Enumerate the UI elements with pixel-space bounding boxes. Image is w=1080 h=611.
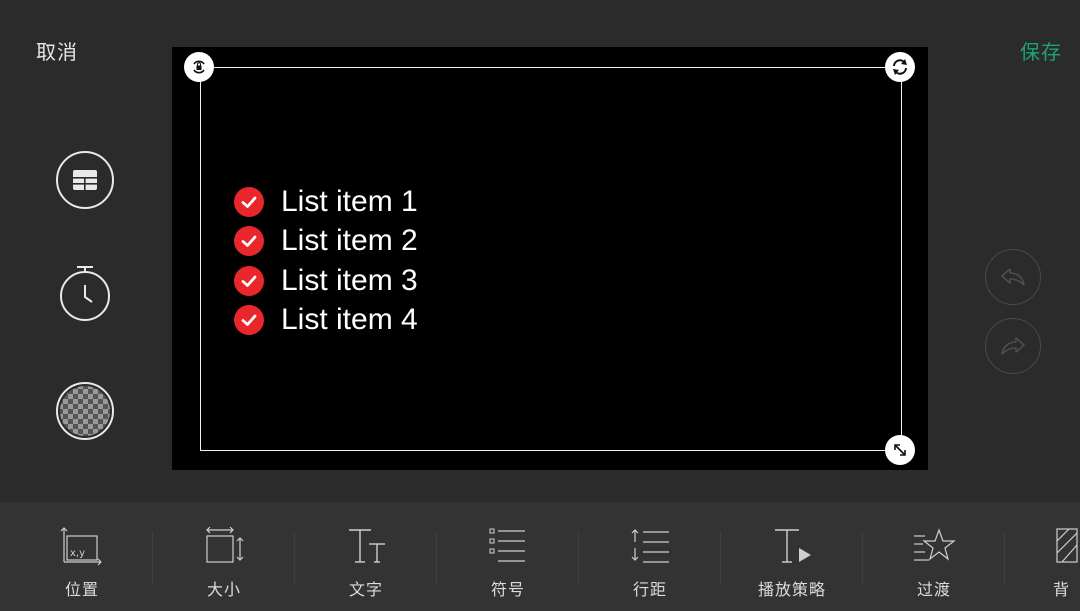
- tool-label: 文字: [348, 580, 383, 599]
- text-icon: [349, 529, 385, 563]
- checkmark-icon: [234, 186, 264, 217]
- play-strategy-icon: [775, 529, 811, 563]
- transition-star-icon: [914, 528, 956, 561]
- checklist: List item 1 List item 2 List item 3 List…: [234, 182, 418, 340]
- checkmark-icon: [234, 226, 264, 257]
- lock-handle[interactable]: [184, 52, 214, 82]
- tool-background[interactable]: 背: [1005, 502, 1080, 611]
- tool-position[interactable]: x,y 位置: [11, 502, 153, 611]
- list-item: List item 1: [234, 182, 418, 222]
- tool-transition[interactable]: 过渡: [863, 502, 1005, 611]
- bottom-toolbar: x,y 位置 大小 文字 符号 行距 播放策略 过渡 背: [0, 502, 1080, 611]
- list-item-text: List item 1: [281, 184, 418, 218]
- list-item-text: List item 3: [281, 263, 418, 297]
- tool-label: 播放策略: [757, 580, 826, 599]
- lock-icon: [193, 60, 205, 74]
- tool-play-strategy[interactable]: 播放策略: [721, 502, 863, 611]
- timer-icon: [60, 266, 110, 321]
- resize-icon: [894, 444, 906, 456]
- list-item: List item 4: [234, 301, 418, 341]
- list-item: List item 2: [234, 222, 418, 262]
- svg-text:x,y: x,y: [70, 548, 85, 559]
- background-icon: [1056, 528, 1078, 563]
- tool-size[interactable]: 大小: [153, 502, 295, 611]
- checkmark-icon: [234, 305, 264, 336]
- checkmark-icon: [234, 265, 264, 296]
- preview-canvas[interactable]: List item 1 List item 2 List item 3 List…: [172, 47, 928, 470]
- redo-button[interactable]: [985, 318, 1041, 374]
- tool-text[interactable]: 文字: [295, 502, 437, 611]
- size-icon: [206, 526, 244, 563]
- transparency-button[interactable]: [56, 382, 114, 440]
- list-item: List item 3: [234, 261, 418, 301]
- tool-bullets[interactable]: 符号: [437, 502, 579, 611]
- undo-button[interactable]: [985, 249, 1041, 305]
- list-item-text: List item 2: [281, 224, 418, 258]
- save-button[interactable]: 保存: [1020, 36, 1062, 65]
- redo-icon: [1001, 337, 1025, 355]
- line-spacing-icon: [631, 529, 669, 563]
- timer-button[interactable]: [56, 264, 114, 322]
- resize-handle[interactable]: [885, 435, 915, 465]
- tool-label: 位置: [64, 580, 99, 599]
- tool-label: 行距: [632, 580, 667, 599]
- layout-button[interactable]: [56, 151, 114, 209]
- tool-label: 过渡: [916, 580, 951, 599]
- transparency-icon: [60, 386, 110, 436]
- tool-line-spacing[interactable]: 行距: [579, 502, 721, 611]
- layout-icon: [73, 170, 97, 190]
- undo-icon: [1001, 268, 1025, 286]
- rotate-icon: [893, 59, 907, 75]
- tool-label: 符号: [490, 580, 525, 599]
- position-icon: x,y: [60, 527, 102, 566]
- cancel-button[interactable]: 取消: [36, 36, 78, 65]
- tool-label: 大小: [206, 580, 241, 599]
- rotate-handle[interactable]: [885, 52, 915, 82]
- list-item-text: List item 4: [281, 303, 418, 337]
- bullet-list-icon: [489, 528, 525, 562]
- tool-label: 背: [1053, 580, 1071, 599]
